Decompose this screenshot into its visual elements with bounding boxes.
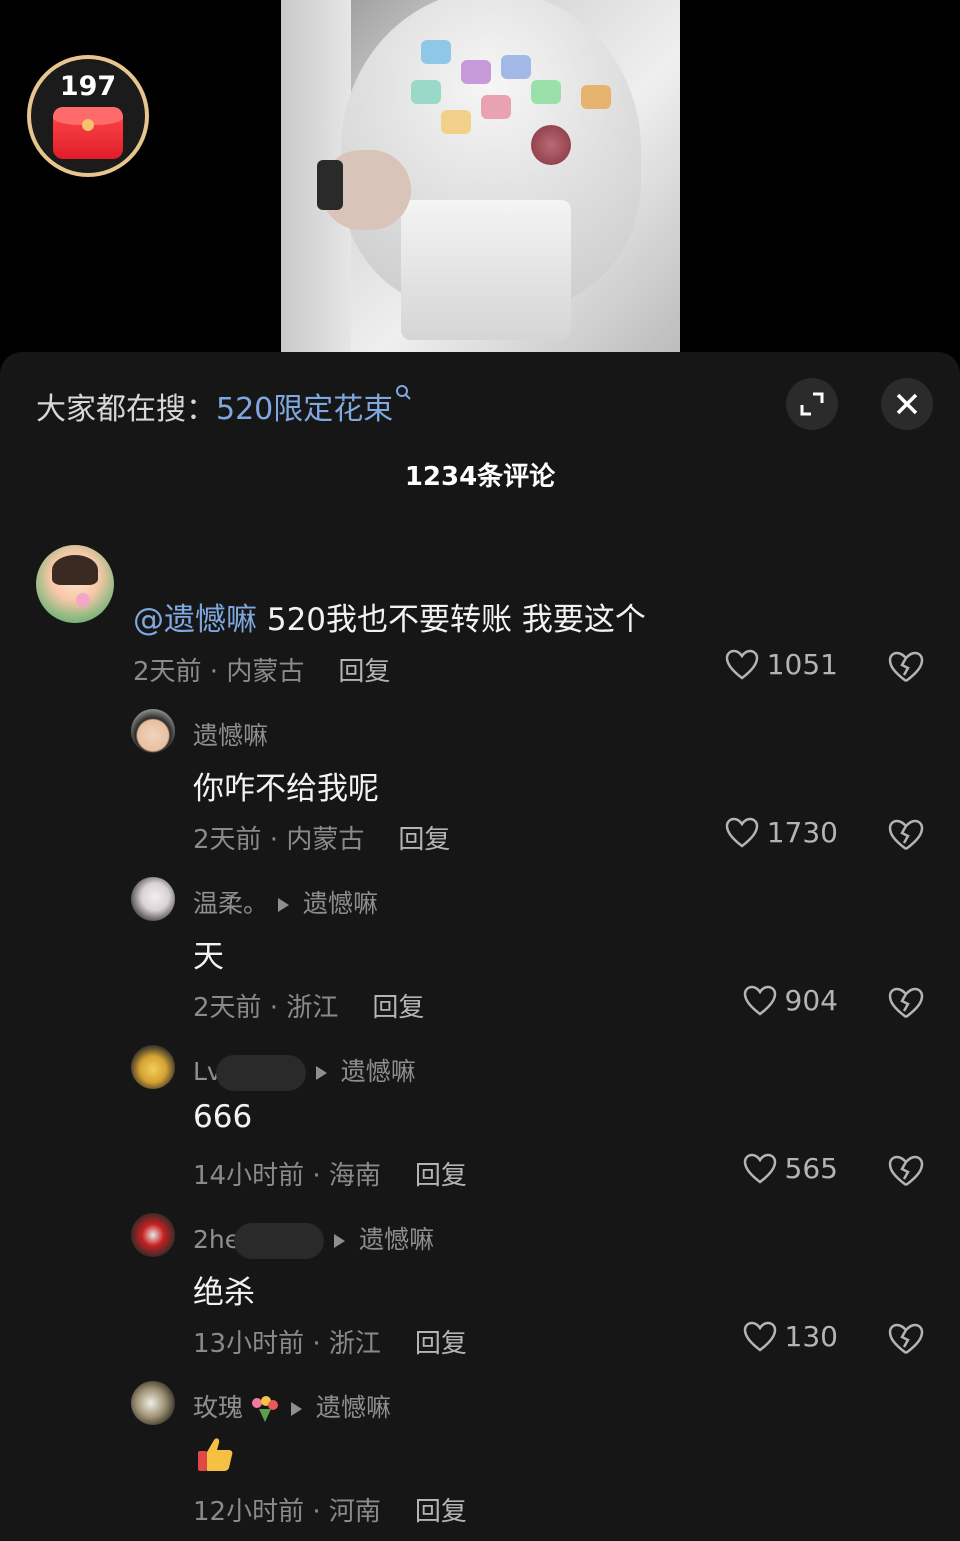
- video-rose: [531, 125, 571, 165]
- video-frame-bouquet[interactable]: [281, 0, 680, 352]
- comment-text: @遗憾嘛 520我也不要转账 我要这个: [133, 594, 646, 639]
- comment-time-location: 14小时前 · 海南: [193, 1161, 381, 1191]
- search-icon: [396, 385, 411, 400]
- like-count: 1051: [766, 648, 838, 681]
- search-suggestion-keyword[interactable]: 520限定花束: [216, 392, 393, 427]
- like-button[interactable]: 904: [743, 984, 838, 1017]
- video-watch: [317, 160, 343, 210]
- bouquet-emoji-icon: [252, 1396, 279, 1422]
- reply-username[interactable]: Lv 遗憾嘛: [193, 1052, 416, 1091]
- red-packet-icon: [53, 107, 123, 159]
- thumbs-up-emoji-icon: [198, 1438, 233, 1471]
- like-count: 130: [784, 1320, 838, 1353]
- dislike-icon[interactable]: [887, 818, 925, 852]
- heart-icon: [725, 649, 758, 680]
- reply-text: 天: [193, 939, 224, 975]
- reply-to-username[interactable]: 遗憾嘛: [316, 1393, 391, 1422]
- reply-button[interactable]: 回复: [415, 1329, 467, 1359]
- avatar[interactable]: [36, 545, 114, 623]
- blurred-username: [215, 1055, 306, 1091]
- reply-username-text[interactable]: 温柔。: [193, 889, 268, 918]
- reply-button[interactable]: 回复: [415, 1161, 467, 1191]
- heart-icon: [743, 1153, 776, 1184]
- close-button[interactable]: [881, 378, 933, 430]
- like-button[interactable]: 1730: [725, 816, 838, 849]
- heart-icon: [743, 985, 776, 1016]
- reply-username[interactable]: 温柔。 遗憾嘛: [193, 884, 378, 920]
- comment-meta: 2天前 · 内蒙古 回复: [193, 819, 450, 856]
- avatar[interactable]: [131, 1381, 175, 1425]
- comment-meta: 2天前 · 内蒙古 回复: [133, 651, 390, 688]
- comment-body: 520我也不要转账 我要这个: [257, 602, 646, 638]
- mention-link[interactable]: @遗憾嘛: [133, 602, 257, 638]
- reply-to-username[interactable]: 遗憾嘛: [303, 889, 378, 918]
- video-flower: [421, 40, 451, 64]
- dislike-icon[interactable]: [887, 1154, 925, 1188]
- comment-meta: 12小时前 · 河南 回复: [193, 1491, 467, 1528]
- reply-to-username[interactable]: 遗憾嘛: [359, 1225, 434, 1254]
- comment-count-title: 1234条评论: [404, 462, 556, 492]
- like-count: 1730: [766, 816, 838, 849]
- video-flower: [581, 85, 611, 109]
- dislike-icon[interactable]: [887, 1322, 925, 1356]
- comment-meta: 2天前 · 浙江 回复: [193, 987, 424, 1024]
- avatar[interactable]: [131, 877, 175, 921]
- reply-to-username[interactable]: 遗憾嘛: [341, 1057, 416, 1086]
- close-icon: [896, 393, 918, 415]
- like-button[interactable]: 130: [743, 1320, 838, 1353]
- comment-time-location: 2天前 · 浙江: [193, 993, 339, 1023]
- expand-icon: [800, 392, 824, 416]
- search-suggestion-prefix: 大家都在搜：: [36, 392, 216, 427]
- video-flower: [481, 95, 511, 119]
- video-flower: [531, 80, 561, 104]
- reply-button[interactable]: 回复: [338, 657, 390, 687]
- reply-username[interactable]: 玫瑰 遗憾嘛: [193, 1388, 391, 1424]
- like-count: 565: [784, 1152, 838, 1185]
- expand-button[interactable]: [786, 378, 838, 430]
- dislike-icon[interactable]: [887, 650, 925, 684]
- red-packet-count: 197: [59, 71, 117, 102]
- reply-button[interactable]: 回复: [372, 993, 424, 1023]
- reply-button[interactable]: 回复: [398, 825, 450, 855]
- comment-time-location: 13小时前 · 浙江: [193, 1329, 381, 1359]
- dislike-icon[interactable]: [887, 986, 925, 1020]
- video-flower: [501, 55, 531, 79]
- comment-time-location: 2天前 · 内蒙古: [193, 825, 365, 855]
- reply-arrow-icon: [291, 1402, 303, 1416]
- heart-icon: [743, 1321, 776, 1352]
- like-count: 904: [784, 984, 838, 1017]
- like-button[interactable]: 565: [743, 1152, 838, 1185]
- comment-time-location: 12小时前 · 河南: [193, 1497, 381, 1527]
- reply-text: 666: [193, 1099, 253, 1135]
- reply-arrow-icon: [315, 1066, 327, 1080]
- video-flower: [461, 60, 491, 84]
- reply-username[interactable]: 遗憾嘛: [193, 716, 268, 752]
- comment-meta: 13小时前 · 浙江 回复: [193, 1323, 467, 1360]
- avatar[interactable]: [131, 1045, 175, 1089]
- video-flower: [441, 110, 471, 134]
- video-player[interactable]: 197: [0, 0, 960, 355]
- like-button[interactable]: 1051: [725, 648, 838, 681]
- reply-text: 绝杀: [193, 1275, 255, 1311]
- avatar[interactable]: [131, 1213, 175, 1257]
- comment-panel: [0, 352, 960, 1541]
- video-bouquet-wrap: [401, 200, 571, 340]
- red-packet-widget[interactable]: 197: [27, 55, 149, 177]
- heart-icon: [725, 817, 758, 848]
- reply-username-text[interactable]: 玫瑰: [193, 1393, 243, 1422]
- reply-username[interactable]: 2he 遗憾嘛: [193, 1220, 434, 1259]
- reply-button[interactable]: 回复: [415, 1497, 467, 1527]
- blurred-username: [234, 1223, 325, 1259]
- video-flower: [411, 80, 441, 104]
- comment-time-location: 2天前 · 内蒙古: [133, 657, 305, 687]
- comment-meta: 14小时前 · 海南 回复: [193, 1155, 467, 1192]
- reply-username-text[interactable]: 2he: [193, 1225, 240, 1254]
- reply-text: 你咋不给我呢: [193, 771, 379, 807]
- search-suggestion[interactable]: 大家都在搜：520限定花束: [36, 384, 413, 428]
- reply-arrow-icon: [278, 898, 290, 912]
- avatar[interactable]: [131, 709, 175, 753]
- reply-arrow-icon: [334, 1234, 346, 1248]
